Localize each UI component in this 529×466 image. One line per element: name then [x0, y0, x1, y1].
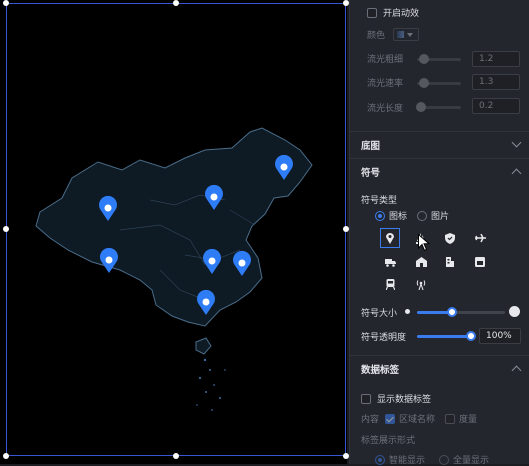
symbol-option-building[interactable]: [440, 252, 460, 272]
symbol-type-image-radio[interactable]: [417, 210, 428, 221]
flow-length-label: 流光长度: [367, 104, 404, 114]
size-small-icon: [405, 309, 410, 314]
show-data-label-checkbox[interactable]: [361, 393, 371, 404]
symbol-title: 符号: [361, 167, 381, 179]
resize-handle[interactable]: [173, 0, 179, 6]
measure-checkbox[interactable]: [445, 413, 456, 424]
location-pin-icon: [386, 233, 394, 244]
symbol-opacity-input[interactable]: 100%: [479, 328, 521, 344]
gradient-swatch-icon: [397, 31, 405, 38]
symbol-opacity-fill: [417, 335, 471, 338]
selection-frame[interactable]: [6, 3, 346, 456]
symbol-size-knob[interactable]: [447, 307, 457, 317]
truck-icon: [384, 258, 396, 267]
color-label: 颜色: [367, 31, 386, 41]
symbol-option-pin[interactable]: [380, 228, 400, 248]
enable-animation-checkbox[interactable]: [367, 7, 377, 18]
airplane-icon: [474, 233, 486, 242]
symbol-option-airplane[interactable]: [470, 228, 490, 248]
symbol-option-truck[interactable]: [380, 252, 400, 272]
symbol-type-icon-label: 图标: [389, 212, 408, 222]
mouse-cursor-icon: [418, 234, 430, 252]
symbol-size-fill: [417, 311, 451, 314]
data-label-title: 数据标签: [361, 364, 400, 376]
color-picker[interactable]: [393, 28, 420, 41]
building-icon: [446, 257, 454, 267]
full-display-label: 全量显示: [453, 456, 490, 466]
properties-panel: 开启动效 颜色 流光粗细 1.2 流光速率 1.3 流光长度 0.2 底图 符号…: [349, 0, 529, 466]
size-large-icon: [509, 306, 520, 317]
symbol-section-header[interactable]: 符号: [350, 158, 529, 184]
symbol-size-label: 符号大小: [361, 309, 398, 319]
data-label-section-header[interactable]: 数据标签: [350, 355, 529, 381]
chevron-down-icon: [511, 137, 522, 148]
symbol-type-icon-radio[interactable]: [375, 210, 385, 221]
symbol-opacity-label: 符号透明度: [361, 333, 407, 343]
chevron-up-icon: [511, 168, 522, 179]
chevron-down-icon: [407, 32, 414, 37]
smart-display-radio[interactable]: [375, 454, 385, 465]
house-icon: [415, 257, 427, 267]
flow-speed-input[interactable]: 1.3: [472, 74, 520, 90]
flow-length-input[interactable]: 0.2: [472, 98, 520, 114]
basemap-section-header[interactable]: 底图: [350, 131, 529, 157]
resize-handle[interactable]: [173, 453, 179, 459]
chevron-up-icon: [511, 365, 522, 376]
train-icon: [385, 278, 395, 290]
shield-check-icon: [445, 232, 455, 244]
resize-handle[interactable]: [3, 0, 9, 6]
enable-animation-label: 开启动效: [383, 9, 420, 19]
content-label: 内容: [361, 415, 380, 425]
flow-width-knob[interactable]: [419, 54, 429, 64]
smart-display-label: 智能显示: [389, 456, 426, 466]
display-form-label: 标签展示形式: [361, 436, 416, 446]
show-data-label-text: 显示数据标签: [377, 395, 432, 405]
symbol-option-antenna[interactable]: [411, 274, 431, 294]
resize-handle[interactable]: [3, 453, 9, 459]
antenna-icon: [416, 279, 426, 290]
symbol-option-train[interactable]: [380, 274, 400, 294]
symbol-option-house[interactable]: [411, 252, 431, 272]
full-display-radio[interactable]: [439, 454, 450, 465]
region-name-checkbox[interactable]: [385, 413, 396, 424]
flow-speed-knob[interactable]: [419, 78, 429, 88]
region-name-label: 区域名称: [399, 415, 436, 425]
measure-label: 度量: [459, 415, 478, 425]
symbol-type-image-label: 图片: [431, 212, 450, 222]
map-canvas[interactable]: [0, 0, 349, 464]
symbol-option-shop[interactable]: [470, 252, 490, 272]
basemap-title: 底图: [361, 140, 381, 152]
symbol-type-label: 符号类型: [361, 196, 398, 206]
flow-width-label: 流光粗细: [367, 55, 404, 65]
flow-width-input[interactable]: 1.2: [472, 51, 520, 67]
symbol-opacity-knob[interactable]: [466, 331, 476, 341]
shop-icon: [475, 257, 485, 267]
flow-speed-label: 流光速率: [367, 79, 404, 89]
flow-length-knob[interactable]: [416, 102, 426, 112]
symbol-option-shield[interactable]: [440, 228, 460, 248]
resize-handle[interactable]: [3, 226, 9, 232]
